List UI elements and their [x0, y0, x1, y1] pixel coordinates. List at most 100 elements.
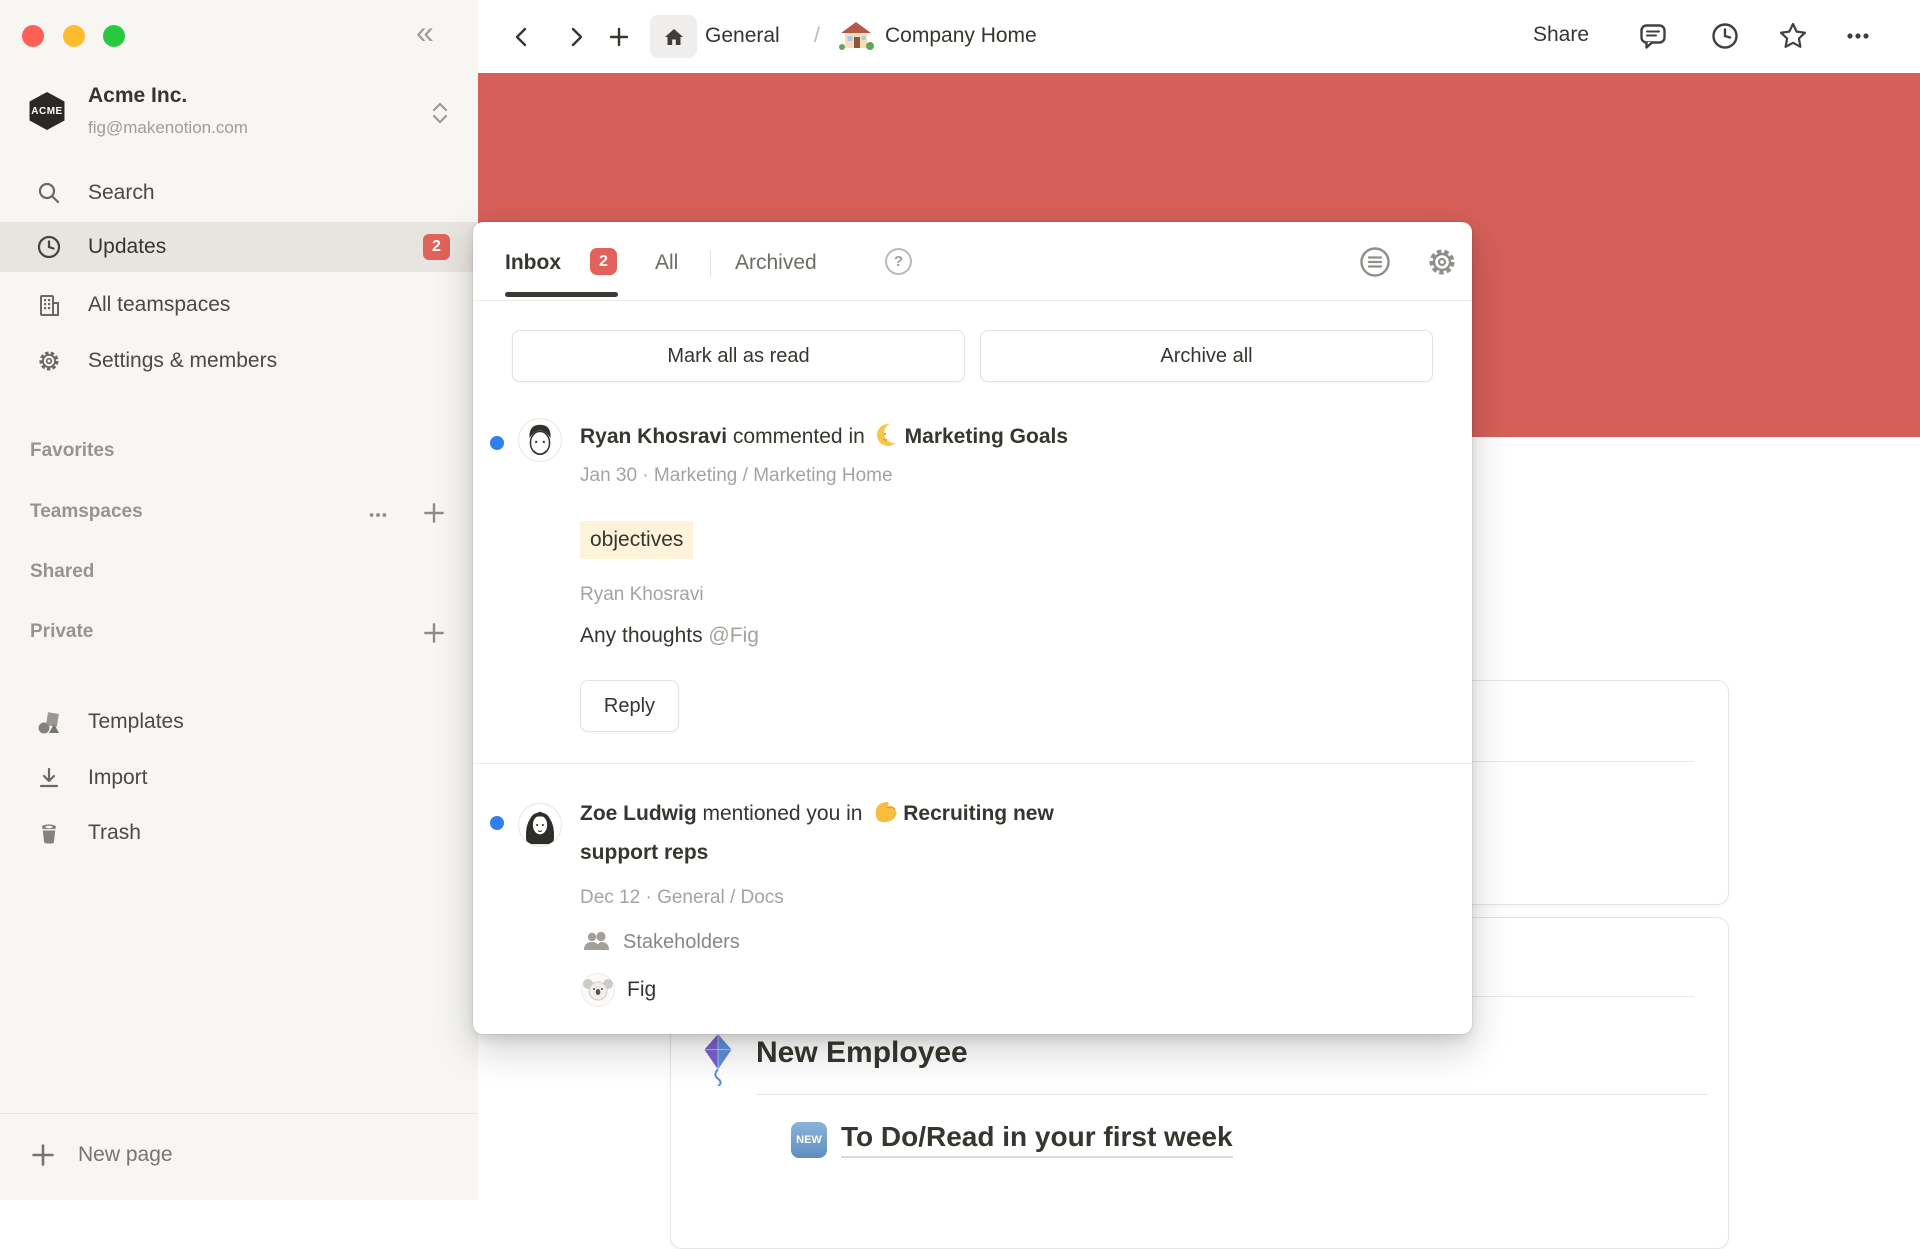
sidebar-item-templates[interactable]: Templates [0, 697, 478, 747]
avatar-ryan [518, 418, 562, 462]
private-add-icon[interactable] [422, 621, 446, 645]
comment-author: Ryan Khosravi [580, 582, 704, 608]
sidebar-section-shared[interactable]: Shared [30, 561, 94, 583]
avatar-zoe [518, 803, 562, 847]
action-text: commented in [727, 425, 871, 448]
back-icon[interactable] [512, 26, 534, 48]
notification-meta: Jan 30 · Marketing / Marketing Home [580, 463, 893, 489]
workspace-logo-text: ACME [31, 106, 62, 117]
sidebar-item-label: Templates [88, 710, 184, 734]
breadcrumb-current[interactable]: Company Home [885, 24, 1037, 48]
inbox-tab-badge: 2 [590, 248, 617, 275]
sidebar-item-all-teamspaces[interactable]: All teamspaces [0, 280, 478, 330]
more-icon[interactable] [1843, 21, 1873, 51]
tab-divider [710, 250, 711, 276]
people-icon [581, 927, 611, 957]
reply-button[interactable]: Reply [580, 680, 679, 732]
breadcrumb-parent[interactable]: General [705, 24, 780, 48]
sidebar-section-teamspaces[interactable]: Teamspaces [30, 501, 143, 523]
gear-icon [36, 348, 62, 374]
notification-title[interactable]: Ryan Khosravi commented in Marketing Goa… [580, 418, 1440, 456]
sidebar-item-settings[interactable]: Settings & members [0, 336, 478, 386]
collapse-sidebar-icon[interactable]: « [416, 16, 434, 48]
context-row-stakeholders[interactable]: Stakeholders [581, 927, 740, 957]
page-link-todo[interactable]: To Do/Read in your first week [841, 1121, 1233, 1158]
notification-title[interactable]: Zoe Ludwig mentioned you in Recruiting n… [580, 794, 1440, 872]
sidebar-item-label: All teamspaces [88, 293, 230, 317]
updates-badge: 2 [423, 234, 450, 260]
tab-archived[interactable]: Archived [735, 251, 817, 275]
mark-all-read-button[interactable]: Mark all as read [512, 330, 965, 382]
context-row-fig[interactable]: Fig [581, 973, 656, 1007]
zoom-button[interactable] [103, 25, 125, 47]
import-icon [36, 765, 62, 791]
highlighted-text[interactable]: objectives [580, 521, 693, 559]
star-icon[interactable] [1778, 21, 1808, 51]
tab-all[interactable]: All [655, 251, 678, 275]
sidebar-item-import[interactable]: Import [0, 753, 478, 803]
plus-icon [30, 1142, 56, 1168]
teamspaces-more-icon[interactable] [366, 503, 390, 527]
search-icon [36, 180, 62, 206]
context-label: Stakeholders [623, 931, 740, 954]
teamspaces-add-icon[interactable] [422, 501, 446, 525]
sidebar-section-private[interactable]: Private [30, 621, 93, 643]
home-button[interactable] [650, 15, 697, 58]
new-page-button[interactable]: New page [0, 1125, 478, 1185]
archive-all-button[interactable]: Archive all [980, 330, 1433, 382]
page-heading[interactable]: New Employee [756, 1036, 968, 1070]
sidebar-item-search[interactable]: Search [0, 168, 478, 218]
actor-name: Ryan Khosravi [580, 425, 727, 448]
unread-dot [490, 816, 504, 830]
heading-divider [756, 1094, 1708, 1095]
kite-emoji [699, 1032, 737, 1086]
moon-emoji [875, 422, 901, 448]
new-emoji: NEW [791, 1122, 827, 1158]
clock-icon [36, 234, 62, 260]
flex-biceps-emoji [872, 798, 899, 825]
house-garden-emoji [838, 20, 874, 52]
action-text: mentioned you in [697, 802, 869, 825]
header-divider [473, 300, 1472, 301]
comment-body: Any thoughts @Fig [580, 622, 759, 649]
add-page-icon[interactable] [608, 26, 630, 48]
help-icon[interactable]: ? [885, 248, 912, 275]
mention-fig[interactable]: @Fig [708, 624, 759, 647]
filter-icon[interactable] [1358, 245, 1392, 279]
sidebar-item-trash[interactable]: Trash [0, 808, 478, 858]
notification-meta: Dec 12 · General / Docs [580, 885, 784, 911]
topbar: General / Company Home Share [478, 0, 1920, 73]
share-button[interactable]: Share [1533, 23, 1589, 47]
target-page: Recruiting new [903, 802, 1054, 825]
sidebar-item-label: Trash [88, 821, 141, 845]
workspace-logo[interactable]: ACME [28, 92, 66, 130]
notification-divider [473, 763, 1472, 764]
sidebar-item-updates[interactable]: Updates 2 [0, 222, 478, 272]
koala-avatar [581, 973, 615, 1007]
building-icon [36, 292, 62, 318]
forward-icon[interactable] [564, 26, 586, 48]
sidebar-item-label: Settings & members [88, 349, 277, 373]
settings-icon[interactable] [1425, 245, 1459, 279]
workspace-email: fig@makenotion.com [88, 118, 248, 138]
trash-icon [36, 820, 62, 846]
workspace-name[interactable]: Acme Inc. [88, 84, 187, 108]
history-icon[interactable] [1710, 21, 1740, 51]
sidebar-bottom-divider [0, 1113, 478, 1114]
sidebar-section-favorites[interactable]: Favorites [30, 440, 114, 462]
actor-name: Zoe Ludwig [580, 802, 697, 825]
comment-icon[interactable] [1638, 21, 1668, 51]
breadcrumb-separator: / [814, 24, 820, 48]
home-icon [662, 25, 686, 49]
close-button[interactable] [22, 25, 44, 47]
tab-inbox[interactable]: Inbox [505, 251, 561, 275]
sidebar-item-label: Search [88, 181, 155, 205]
unread-dot [490, 436, 504, 450]
sidebar-item-label: Import [88, 766, 148, 790]
target-page-line2: support reps [580, 841, 708, 864]
updates-popover: Inbox 2 All Archived ? Mark all as read … [473, 222, 1472, 1034]
workspace-switcher-icon[interactable] [430, 100, 450, 126]
target-page: Marketing Goals [905, 425, 1068, 448]
sidebar: « ACME Acme Inc. fig@makenotion.com Sear… [0, 0, 478, 1200]
minimize-button[interactable] [63, 25, 85, 47]
